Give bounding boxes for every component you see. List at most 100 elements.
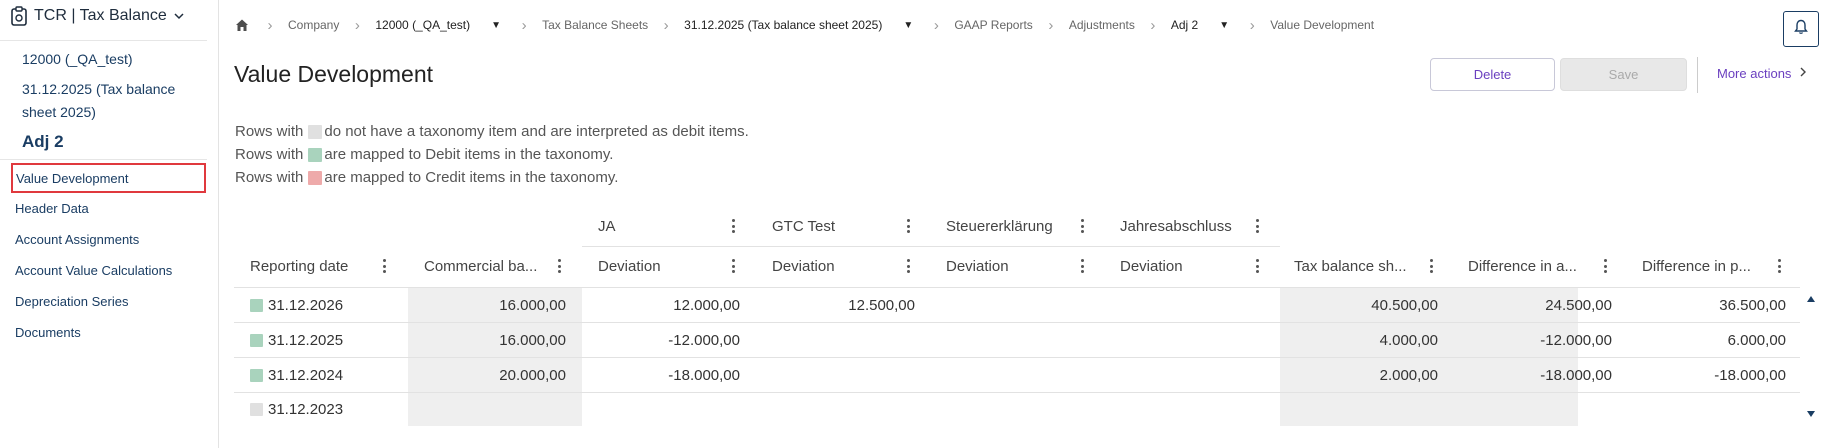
sidebar-item-header-data[interactable]: Header Data [11, 193, 206, 223]
legend-swatch-credit [308, 170, 323, 185]
column-header-tax-balance[interactable]: Tax balance sh... [1294, 246, 1407, 286]
cell-deviation-gtc[interactable] [756, 323, 915, 357]
legend-swatch-debit [308, 147, 323, 162]
row-type-swatch-debit [250, 333, 263, 347]
context-company-link[interactable]: 12000 (_QA_test) [22, 48, 133, 71]
legend-swatch-none [308, 124, 323, 139]
sidebar-item-documents[interactable]: Documents [11, 317, 206, 347]
sidebar-item-account-assignments[interactable]: Account Assignments [11, 224, 206, 254]
cell-deviation-gtc[interactable]: 12.500,00 [756, 288, 915, 322]
column-header-reporting-date[interactable]: Reporting date [250, 246, 348, 286]
table-row-date[interactable]: 31.12.2023 [250, 393, 343, 426]
sidebar-item-account-value-calculations[interactable]: Account Value Calculations [11, 255, 206, 285]
row-type-swatch-debit [250, 298, 263, 312]
breadcrumb-separator: › [267, 16, 273, 34]
column-header-commercial[interactable]: Commercial ba... [424, 246, 537, 286]
column-header-deviation-steuer[interactable]: Deviation [946, 246, 1009, 286]
column-header-difference-p[interactable]: Difference in p... [1642, 246, 1751, 286]
cell-deviation-steuer[interactable] [931, 358, 1089, 392]
column-header-difference-a[interactable]: Difference in a... [1468, 246, 1577, 286]
cell-commercial[interactable]: 16.000,00 [408, 288, 566, 322]
table-row-date[interactable]: 31.12.2025 [250, 323, 343, 357]
caret-down-icon[interactable]: ▼ [486, 20, 506, 31]
cell-commercial[interactable]: 20.000,00 [408, 358, 566, 392]
sidebar-item-value-development[interactable]: Value Development [11, 163, 206, 193]
bell-icon [1794, 19, 1808, 40]
column-menu-icon[interactable] [1425, 257, 1437, 275]
column-menu-icon[interactable] [727, 257, 739, 275]
column-menu-icon[interactable] [1773, 257, 1785, 275]
breadcrumb-separator: › [354, 16, 360, 34]
cell-deviation-steuer[interactable] [931, 288, 1089, 322]
column-menu-icon[interactable] [1599, 257, 1611, 275]
clipboard-icon [10, 6, 28, 26]
cell-commercial[interactable]: 16.000,00 [408, 323, 566, 357]
caret-down-icon[interactable]: ▼ [1214, 20, 1234, 31]
cell-difference-a[interactable]: -18.000,00 [1454, 358, 1612, 392]
cell-deviation-ja[interactable]: 12.000,00 [582, 288, 740, 322]
breadcrumb-separator: › [1048, 16, 1054, 34]
cell-commercial[interactable] [408, 393, 566, 426]
app-switcher[interactable]: TCR | Tax Balance [10, 4, 185, 28]
row-type-swatch-none [250, 403, 263, 416]
cell-deviation-jahres[interactable] [1105, 288, 1264, 322]
cell-deviation-jahres[interactable] [1105, 358, 1264, 392]
group-header-steuererklaerung: Steuererklärung [946, 217, 1053, 235]
more-actions-button[interactable]: More actions [1717, 66, 1807, 81]
cell-deviation-ja[interactable] [582, 393, 740, 426]
cell-difference-p[interactable]: -18.000,00 [1628, 358, 1786, 392]
breadcrumb-tax-balance-sheets-label[interactable]: Tax Balance Sheets [542, 18, 648, 32]
column-menu-icon[interactable] [727, 217, 739, 235]
column-menu-icon[interactable] [902, 217, 914, 235]
breadcrumb-sheet-select[interactable]: 31.12.2025 (Tax balance sheet 2025) [684, 18, 882, 32]
breadcrumb-separator: › [1249, 16, 1255, 34]
chevron-right-icon [1799, 66, 1807, 81]
context-sheet-line1: 31.12.2025 (Tax balance [22, 81, 176, 97]
column-header-deviation-ja[interactable]: Deviation [598, 246, 661, 286]
context-sheet-link[interactable]: 31.12.2025 (Tax balance sheet 2025) [22, 78, 175, 124]
cell-difference-a[interactable]: -12.000,00 [1454, 323, 1612, 357]
cell-deviation-ja[interactable]: -12.000,00 [582, 323, 740, 357]
cell-deviation-gtc[interactable] [756, 358, 915, 392]
column-header-deviation-gtc[interactable]: Deviation [772, 246, 835, 286]
column-menu-icon[interactable] [1251, 257, 1263, 275]
cell-tax-balance[interactable]: 4.000,00 [1280, 323, 1438, 357]
legend-prefix: Rows with [235, 169, 304, 186]
column-menu-icon[interactable] [1076, 217, 1088, 235]
cell-difference-p[interactable] [1628, 393, 1786, 426]
column-header-deviation-jahres[interactable]: Deviation [1120, 246, 1183, 286]
sidebar-item-depreciation-series[interactable]: Depreciation Series [11, 286, 206, 316]
column-menu-icon[interactable] [553, 257, 565, 275]
save-button[interactable]: Save [1560, 58, 1687, 91]
cell-deviation-jahres[interactable] [1105, 323, 1264, 357]
cell-deviation-steuer[interactable] [931, 323, 1089, 357]
table-row-date[interactable]: 31.12.2026 [250, 288, 343, 322]
legend-text: are mapped to Debit items in the taxonom… [324, 146, 614, 163]
breadcrumb-gaap-reports[interactable]: GAAP Reports [954, 18, 1032, 32]
cell-difference-a[interactable]: 24.500,00 [1454, 288, 1612, 322]
cell-tax-balance[interactable]: 40.500,00 [1280, 288, 1438, 322]
table-row-date[interactable]: 31.12.2024 [250, 358, 343, 392]
caret-down-icon[interactable]: ▼ [898, 20, 918, 31]
cell-tax-balance[interactable] [1280, 393, 1438, 426]
column-menu-icon[interactable] [378, 257, 390, 275]
cell-difference-p[interactable]: 6.000,00 [1628, 323, 1786, 357]
breadcrumb-company-select[interactable]: 12000 (_QA_test) [375, 18, 470, 32]
column-menu-icon[interactable] [1076, 257, 1088, 275]
row-type-swatch-debit [250, 368, 263, 382]
breadcrumb-adjustments[interactable]: Adjustments [1069, 18, 1135, 32]
column-menu-icon[interactable] [1251, 217, 1263, 235]
cell-difference-p[interactable]: 36.500,00 [1628, 288, 1786, 322]
breadcrumb-adjustment-select[interactable]: Adj 2 [1171, 18, 1198, 32]
column-menu-icon[interactable] [902, 257, 914, 275]
notifications-button[interactable] [1783, 11, 1819, 47]
scroll-up-arrow[interactable] [1805, 294, 1817, 304]
row-date-text: 31.12.2026 [268, 296, 344, 314]
breadcrumb-company[interactable]: Company [288, 18, 339, 32]
cell-tax-balance[interactable]: 2.000,00 [1280, 358, 1438, 392]
legend-row-credit: Rows with are mapped to Credit items in … [235, 166, 749, 189]
scroll-down-arrow[interactable] [1805, 409, 1817, 419]
home-icon[interactable] [232, 15, 252, 35]
delete-button[interactable]: Delete [1430, 58, 1555, 91]
cell-deviation-ja[interactable]: -18.000,00 [582, 358, 740, 392]
